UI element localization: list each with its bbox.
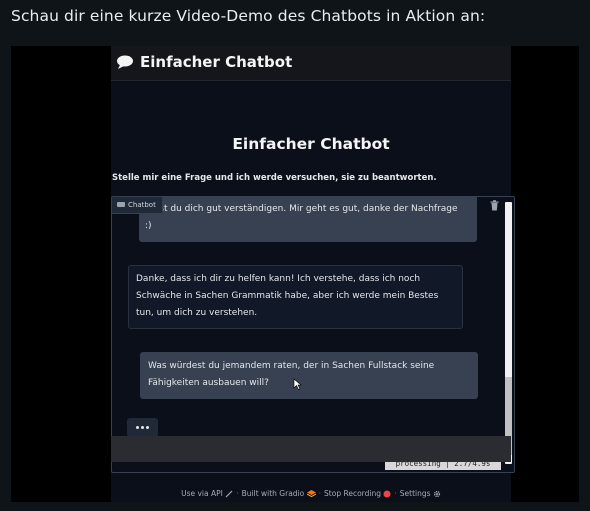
message-line: Danke, dass ich dir zu helfen kann! Ich … bbox=[136, 274, 421, 284]
record-icon bbox=[383, 490, 391, 497]
rocket-icon bbox=[225, 490, 233, 497]
bot-message: Danke, dass ich dir zu helfen kann! Ich … bbox=[128, 265, 463, 329]
typing-dot bbox=[141, 426, 144, 429]
chatbot-label: Chatbot bbox=[112, 197, 163, 214]
footer: Use via API · Built with Gradio · Stop R… bbox=[111, 488, 511, 498]
chat-icon bbox=[117, 202, 125, 207]
gear-icon bbox=[433, 490, 441, 497]
speech-bubble-icon bbox=[117, 55, 133, 69]
built-with-gradio-link[interactable]: Built with Gradio bbox=[242, 489, 316, 498]
settings-link[interactable]: Settings bbox=[400, 489, 441, 498]
page-subtitle: Stelle mir eine Frage und ich werde vers… bbox=[112, 173, 437, 183]
message-line: Was würdest du jemandem raten, der in Sa… bbox=[148, 361, 435, 371]
app-header-title: Einfacher Chatbot bbox=[140, 53, 293, 71]
footer-separator: · bbox=[318, 488, 322, 498]
footer-separator: · bbox=[394, 488, 397, 498]
typing-indicator bbox=[127, 418, 158, 437]
mouse-cursor-icon bbox=[293, 378, 302, 390]
chatbot-panel: ...nst du dich gut verständigen. Mir geh… bbox=[111, 196, 515, 473]
message-line: tun, um dich zu verstehen. bbox=[136, 308, 258, 318]
video-caption: Schau dir eine kurze Video-Demo des Chat… bbox=[11, 7, 486, 25]
trash-icon[interactable] bbox=[490, 200, 499, 211]
typing-dot bbox=[136, 426, 139, 429]
typing-dot bbox=[146, 426, 149, 429]
stop-recording-link[interactable]: Stop Recording bbox=[324, 489, 391, 498]
gradio-logo-icon bbox=[306, 490, 316, 497]
gradio-app: Einfacher Chatbot Einfacher Chatbot Stel… bbox=[111, 46, 515, 502]
user-message: Was würdest du jemandem raten, der in Sa… bbox=[140, 352, 478, 399]
message-line: Fähigkeiten ausbauen will? bbox=[148, 378, 269, 388]
use-via-api-link[interactable]: Use via API bbox=[181, 489, 233, 498]
app-header: Einfacher Chatbot bbox=[111, 46, 511, 81]
page-title: Einfacher Chatbot bbox=[232, 135, 390, 153]
message-input[interactable] bbox=[111, 436, 511, 462]
chatbot-label-text: Chatbot bbox=[128, 201, 156, 209]
footer-separator: · bbox=[236, 488, 239, 498]
message-line: ...nst du dich gut verständigen. Mir geh… bbox=[145, 204, 458, 214]
user-message: ...nst du dich gut verständigen. Mir geh… bbox=[139, 197, 477, 242]
message-line: :) bbox=[145, 221, 152, 231]
message-line: Schwäche in Sachen Grammatik habe, aber … bbox=[136, 291, 439, 301]
video-player[interactable]: Einfacher Chatbot Einfacher Chatbot Stel… bbox=[11, 46, 579, 502]
